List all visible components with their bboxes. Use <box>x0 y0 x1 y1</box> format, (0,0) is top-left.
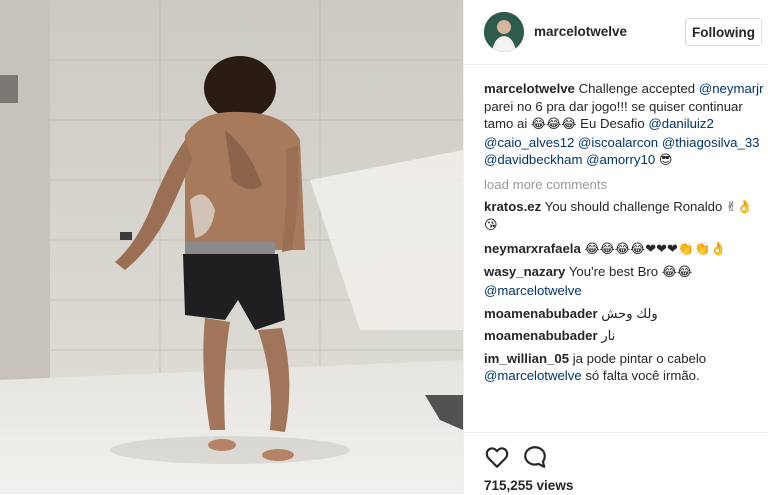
caption-mention[interactable]: @iscoalarcon <box>578 135 658 150</box>
load-more-comments-link[interactable]: load more comments <box>484 176 764 194</box>
avatar-icon <box>484 12 524 52</box>
comment-text: نار <box>601 328 616 344</box>
comment-text: You should challenge Ronaldo <box>544 198 723 214</box>
profile-avatar[interactable] <box>484 12 524 52</box>
comment-item: im_willian_05 ja pode pintar o cabelo @m… <box>484 350 764 385</box>
comment-item: kratos.ez You should challenge Ronaldo ✌… <box>484 198 764 235</box>
caption-mention[interactable]: @thiagosilva_33 <box>662 135 760 150</box>
comment-username[interactable]: neymarxrafaela <box>484 241 581 256</box>
post-actions: 715,255 views <box>464 432 768 495</box>
comment-item: neymarxrafaela 😂😂😂😂❤❤❤👏👏👌 <box>484 240 764 259</box>
caption-username[interactable]: marcelotwelve <box>484 81 575 96</box>
post-video[interactable] <box>0 0 463 494</box>
view-count: 715,255 views <box>484 478 574 493</box>
comment-username[interactable]: kratos.ez <box>484 199 541 214</box>
comment-username[interactable]: wasy_nazary <box>484 264 565 279</box>
comment-mention[interactable]: @marcelotwelve <box>484 368 582 383</box>
comment-icon[interactable] <box>522 444 548 470</box>
caption-text: Eu Desafio <box>576 116 649 132</box>
caption-mention[interactable]: @caio_alves12 <box>484 135 574 150</box>
caption-text: Challenge accepted <box>574 81 699 96</box>
caption-mention[interactable]: @daniluiz2 <box>648 116 713 131</box>
comment-emoji: 😂😂 <box>661 265 693 281</box>
comment-username[interactable]: moamenabubader <box>484 328 598 343</box>
post-header: marcelotwelve Following <box>464 0 768 65</box>
comment-username[interactable]: moamenabubader <box>484 306 598 321</box>
post-caption: marcelotwelve Challenge accepted @neymar… <box>484 80 764 170</box>
caption-mention[interactable]: @amorry10 <box>586 152 655 167</box>
header-username[interactable]: marcelotwelve <box>534 24 627 39</box>
caption-emoji: 😎 <box>658 153 673 169</box>
comment-item: wasy_nazary You're best Bro 😂😂 @marcelot… <box>484 263 764 299</box>
comment-text: ولك وحش <box>601 305 658 321</box>
comment-item: moamenabubader نار <box>484 327 764 345</box>
caption-mention[interactable]: @davidbeckham <box>484 152 582 167</box>
comment-mention[interactable]: @marcelotwelve <box>484 283 582 298</box>
comment-text: ja pode pintar o cabelo <box>572 350 707 366</box>
comment-username[interactable]: im_willian_05 <box>484 351 569 366</box>
instagram-post: marcelotwelve Following marcelotwelve Ch… <box>0 0 768 494</box>
comment-item: moamenabubader ولك وحش <box>484 305 764 323</box>
following-button[interactable]: Following <box>685 18 762 46</box>
caption-mention[interactable]: @neymarjr <box>699 81 764 96</box>
comments-list: marcelotwelve Challenge accepted @neymar… <box>484 80 764 432</box>
heart-icon[interactable] <box>484 444 510 470</box>
comment-emoji: 😂😂😂😂❤❤❤👏👏👌 <box>584 241 727 257</box>
comment-text: You're best Bro <box>568 264 659 280</box>
post-sidebar: marcelotwelve Following marcelotwelve Ch… <box>463 0 768 494</box>
video-frame-illustration <box>0 0 463 494</box>
caption-emoji: 😂😂😂 <box>530 117 577 133</box>
comment-text: só falta você irmão. <box>581 368 700 384</box>
